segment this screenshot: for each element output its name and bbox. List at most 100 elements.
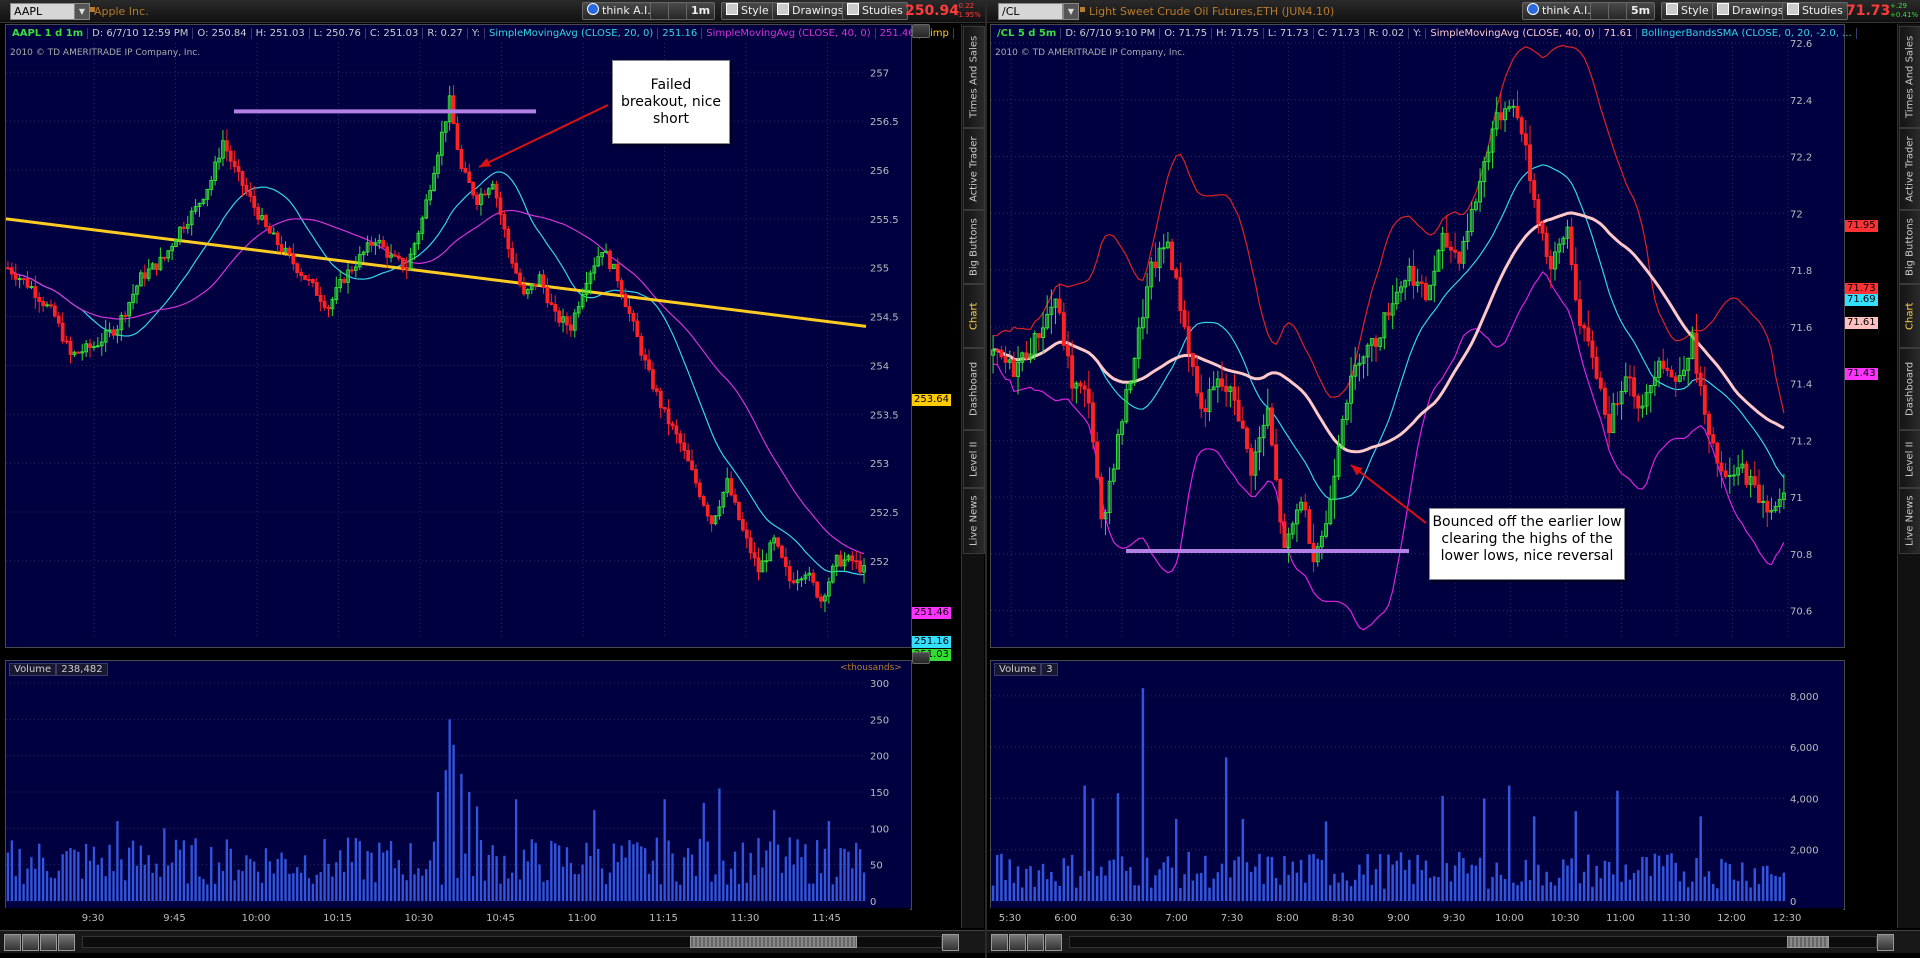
scroll-end-icon[interactable]: [942, 934, 959, 951]
volume-bar: [73, 849, 76, 901]
volume-bar: [229, 848, 232, 901]
link-icon[interactable]: [1590, 2, 1610, 20]
grid-icon[interactable]: [668, 2, 688, 20]
candle-body: [1419, 281, 1424, 285]
tab-dashboard[interactable]: Dashboard: [1899, 348, 1920, 430]
candle-body: [1070, 355, 1075, 389]
candle-body: [776, 537, 780, 547]
horizontal-scrollbar[interactable]: [1069, 936, 1877, 948]
studies-button[interactable]: Studies: [842, 2, 908, 20]
candle-body: [568, 324, 573, 331]
tab-active-trader[interactable]: Active Trader: [963, 128, 985, 210]
volume-bar: [1757, 884, 1761, 901]
volume-bar: [370, 852, 373, 901]
style-button[interactable]: Style: [721, 2, 774, 20]
drawings-button[interactable]: Drawings: [772, 2, 849, 20]
crosshair-icon[interactable]: [1027, 934, 1044, 951]
cursor-icon[interactable]: [58, 934, 75, 951]
crosshair-icon[interactable]: [40, 934, 57, 951]
tab-big-buttons[interactable]: Big Buttons: [1899, 210, 1920, 284]
candle-body: [29, 286, 34, 289]
volume-bar: [147, 855, 150, 901]
volume-bar: [385, 850, 389, 901]
volume-bar: [1532, 816, 1536, 901]
zoom-icon[interactable]: [22, 934, 39, 951]
candle-body: [1582, 324, 1587, 329]
scrollbar-thumb[interactable]: [690, 936, 857, 948]
link-icon[interactable]: [650, 2, 670, 20]
volume-bar: [1578, 883, 1582, 901]
layout-grid-icon[interactable]: [991, 934, 1008, 951]
zoom-icon[interactable]: [1009, 934, 1026, 951]
volume-bar: [1129, 866, 1132, 901]
symbol-dropdown-icon[interactable]: ▼: [74, 3, 90, 20]
volume-bar: [225, 839, 229, 901]
volume-bar: [1599, 878, 1603, 901]
candle-body: [1723, 470, 1728, 478]
volume-bar: [780, 872, 784, 901]
volume-bar: [858, 849, 862, 901]
aapl-volume-header: Volume 238,482: [9, 663, 108, 676]
volume-bar: [1753, 868, 1757, 901]
tab-level-ii[interactable]: Level II: [963, 430, 985, 488]
candle-body: [658, 390, 663, 408]
candle-body: [674, 425, 679, 435]
volume-bar: [1641, 856, 1644, 901]
candle-body: [326, 306, 331, 310]
volume-bar: [143, 864, 146, 901]
aapl-volume-chart[interactable]: 300 250 200 150 100 50 0: [5, 660, 912, 910]
candle-body: [1011, 359, 1016, 377]
drawings-button[interactable]: Drawings: [1712, 2, 1789, 20]
candle-body: [21, 278, 26, 281]
candle-body: [1061, 312, 1066, 346]
symbol-input[interactable]: /CL: [998, 3, 1063, 20]
volume-bar: [1116, 793, 1120, 901]
scroll-end-icon[interactable]: [1877, 934, 1894, 951]
grid-icon[interactable]: [1608, 2, 1628, 20]
timeframe-button[interactable]: 1m: [686, 2, 716, 20]
tab-live-news[interactable]: Live News: [1899, 488, 1920, 554]
tab-chart[interactable]: Chart: [1899, 284, 1920, 348]
volume-bar: [1141, 688, 1145, 901]
volume-bar: [1566, 865, 1569, 901]
think-ai-button[interactable]: think A.I.: [1522, 2, 1596, 20]
aapl-price-chart[interactable]: 257 256.5 256 255.5 255 254.5 254 253.5 253 252.5…: [5, 24, 912, 648]
think-ai-button[interactable]: think A.I.: [582, 2, 656, 20]
tab-dashboard[interactable]: Dashboard: [963, 348, 985, 430]
volume-bar: [1258, 853, 1261, 901]
layout-grid-icon[interactable]: [4, 934, 21, 951]
tab-times-and-sales[interactable]: Times And Sales: [1899, 26, 1920, 128]
volume-bar: [92, 846, 96, 901]
tab-times-and-sales[interactable]: Times And Sales: [963, 26, 985, 128]
tab-big-buttons[interactable]: Big Buttons: [963, 210, 985, 284]
volume-bar: [182, 840, 186, 901]
candle-body: [1707, 413, 1711, 436]
volume-bar: [124, 880, 127, 901]
studies-button[interactable]: Studies: [1782, 2, 1848, 20]
volume-bar: [1420, 869, 1424, 901]
chart-settings-icon[interactable]: [912, 24, 930, 38]
timeframe-button[interactable]: 5m: [1626, 2, 1656, 20]
volume-bar: [538, 864, 541, 901]
candle-body: [1269, 407, 1274, 446]
volume-bar: [421, 875, 424, 901]
volume-bar: [616, 862, 619, 901]
crude-price-chart[interactable]: 72.6 72.4 72.2 72 71.8 71.6 71.4 71.2 71 70.8 70.6: [990, 24, 1845, 648]
y-tick-label: 71: [1790, 493, 1803, 504]
volume-bar: [714, 874, 717, 901]
tab-active-trader[interactable]: Active Trader: [1899, 128, 1920, 210]
volume-bar: [1574, 811, 1578, 901]
scrollbar-thumb[interactable]: [1787, 936, 1829, 948]
tab-level-ii[interactable]: Level II: [1899, 430, 1920, 488]
tab-chart[interactable]: Chart: [963, 284, 985, 348]
candle-body: [1057, 298, 1062, 314]
symbol-dropdown-icon[interactable]: ▼: [1063, 3, 1079, 20]
symbol-input[interactable]: AAPL: [10, 3, 75, 20]
volume-settings-icon[interactable]: [912, 652, 930, 664]
style-button[interactable]: Style: [1661, 2, 1714, 20]
cursor-icon[interactable]: [1045, 934, 1062, 951]
crude-volume-chart[interactable]: 8,000 6,000 4,000 2,000 0: [990, 660, 1845, 910]
candle-body: [518, 272, 522, 286]
y-tick-label: 254: [870, 361, 889, 372]
tab-live-news[interactable]: Live News: [963, 488, 985, 554]
